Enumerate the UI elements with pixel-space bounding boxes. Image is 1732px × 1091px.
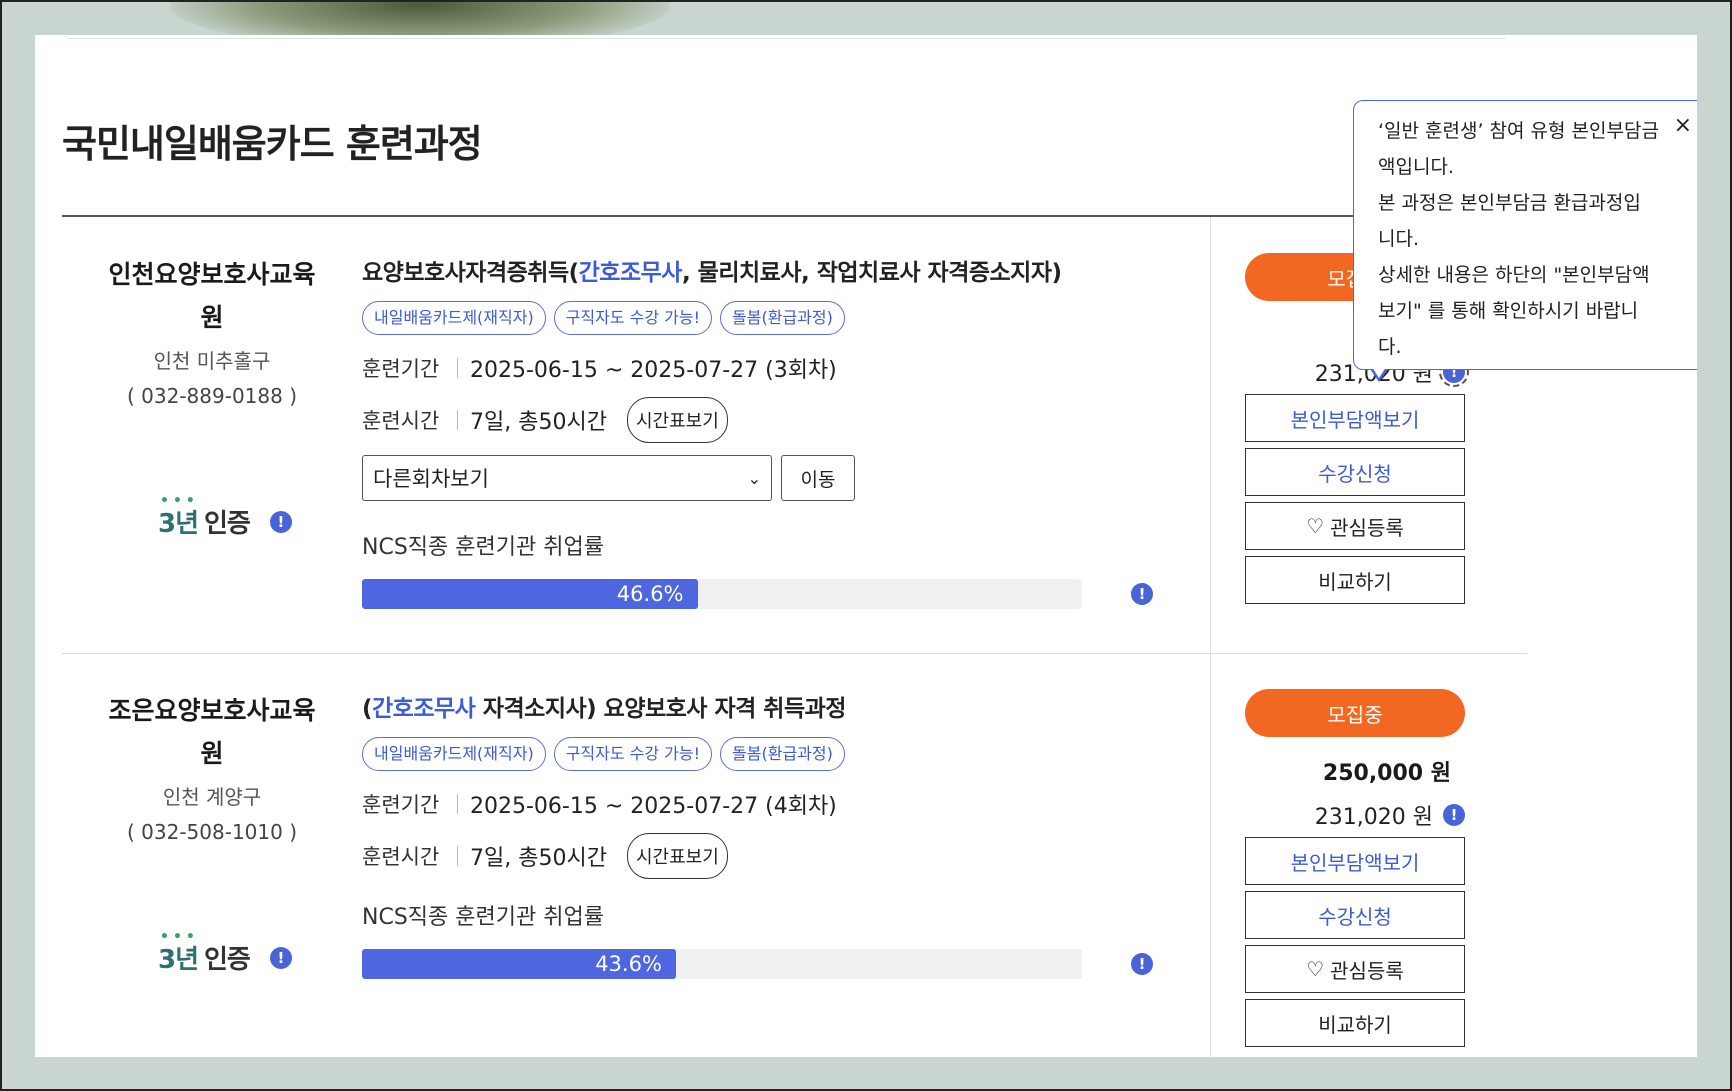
institution-phone: ( 032-889-0188 ) [127,384,297,408]
timetable-button[interactable]: 시간표보기 [626,833,728,879]
info-icon[interactable]: ! [269,510,292,533]
training-period-value: 2025-06-15 ~ 2025-07-27 (4회차) [470,794,837,819]
info-icon[interactable]: ! [1131,953,1153,975]
view-cost-button[interactable]: 본인부담액보기 [1245,394,1465,442]
compare-button[interactable]: 비교하기 [1245,999,1465,1047]
institution-phone: ( 032-508-1010 ) [127,820,297,844]
institution-name[interactable]: 인천요양보호사교육 원 [97,253,327,339]
tag-care-refund: 돌봄(환급과정) [720,301,845,335]
course-price: 250,000 원 [1322,761,1451,786]
heart-icon: ♡ [1306,957,1325,981]
tag-card-type: 내일배움카드제(재직자) [362,301,546,335]
employment-rate-label: NCS직종 훈련기관 취업률 [362,905,604,930]
institution-region: 인천 미추홀구 [153,349,271,373]
top-card-edge [65,35,1507,39]
title-divider [62,215,1527,217]
self-pay-price: 231,020 원 ! [1245,799,1465,831]
course-details: (간호조무사 자격소지사) 요양보호사 자격 취득과정 내일배움카드제(재직자)… [362,689,1153,979]
round-selector: 다른회차보기 ⌄ 이동 [362,455,1142,501]
course-card: 조은요양보호사교육 원 인천 계양구 ( 032-508-1010 ) ••• … [35,689,1697,1057]
certification-logo: ••• 3년 인증 [158,493,251,539]
employment-rate-track: 43.6% [362,949,1082,979]
employment-rate-bar: 43.6% [362,949,676,979]
institution-info: 조은요양보호사교육 원 인천 계양구 ( 032-508-1010 ) [97,689,327,844]
timetable-button[interactable]: 시간표보기 [626,397,728,443]
course-title[interactable]: 요양보호사자격증취득(간호조무사, 물리치료사, 작업치료사 자격증소지자) [362,253,1142,287]
close-icon[interactable]: × [1674,113,1692,138]
chevron-down-icon: ⌄ [747,468,761,488]
course-actions: 모집중 250,000 원 231,020 원 ! 본인부담액보기 수강신청 ♡… [1245,689,1465,1047]
content-panel: 국민내일배움카드 훈련과정 인천요양보호사교육 원 인천 미추홀구 ( 032-… [35,35,1697,1057]
wishlist-button[interactable]: ♡ 관심등록 [1245,945,1465,993]
institution-region: 인천 계양구 [162,785,262,809]
compare-button[interactable]: 비교하기 [1245,556,1465,604]
tag-job-seeker: 구직자도 수강 가능! [553,737,713,771]
info-icon[interactable]: ! [269,946,292,969]
tag-job-seeker: 구직자도 수강 가능! [553,301,713,335]
training-hours-value: 7일, 총50시간 [470,846,607,871]
certification-logo: ••• 3년 인증 [158,929,251,975]
institution-name[interactable]: 조은요양보호사교육 원 [97,689,327,775]
training-hours: 훈련시간 7일, 총50시간 시간표보기 [362,833,1142,879]
employment-rate-track: 46.6% [362,579,1082,609]
info-icon[interactable]: ! [1443,804,1465,826]
institution-info: 인천요양보호사교육 원 인천 미추홀구 ( 032-889-0188 ) [97,253,327,408]
self-pay-tooltip: ‘일반 훈련생’ 참여 유형 본인부담금 액입니다. 본 과정은 본인부담금 환… [1353,100,1697,382]
page-title: 국민내일배움카드 훈련과정 [62,122,483,166]
other-round-select[interactable]: 다른회차보기 ⌄ [362,455,772,501]
tag-card-type: 내일배움카드제(재직자) [362,737,546,771]
certification-badge: ••• 3년 인증 ! [158,929,292,976]
tooltip-tail [1370,367,1388,382]
employment-rate-label: NCS직종 훈련기관 취업률 [362,535,604,560]
course-details: 요양보호사자격증취득(간호조무사, 물리치료사, 작업치료사 자격증소지자) 내… [362,253,1153,609]
apply-button[interactable]: 수강신청 [1245,891,1465,939]
training-hours: 훈련시간 7일, 총50시간 시간표보기 [362,397,1142,443]
heart-icon: ♡ [1306,514,1325,538]
certification-badge: ••• 3년 인증 ! [158,493,292,540]
move-button[interactable]: 이동 [781,455,855,501]
course-tags: 내일배움카드제(재직자) 구직자도 수강 가능! 돌봄(환급과정) [362,737,1142,771]
course-title[interactable]: (간호조무사 자격소지사) 요양보호사 자격 취득과정 [362,689,1142,723]
training-period-value: 2025-06-15 ~ 2025-07-27 (3회차) [470,358,837,383]
info-icon[interactable]: ! [1131,583,1153,605]
view-cost-button[interactable]: 본인부담액보기 [1245,837,1465,885]
status-badge[interactable]: 모집중 [1245,689,1465,737]
employment-rate: 46.6% ! [362,579,1153,609]
employment-rate-bar: 46.6% [362,579,698,609]
wishlist-button[interactable]: ♡ 관심등록 [1245,502,1465,550]
training-period: 훈련기간 2025-06-15 ~ 2025-07-27 (4회차) [362,785,1142,823]
course-tags: 내일배움카드제(재직자) 구직자도 수강 가능! 돌봄(환급과정) [362,301,1142,335]
apply-button[interactable]: 수강신청 [1245,448,1465,496]
employment-rate: 43.6% ! [362,949,1153,979]
tag-care-refund: 돌봄(환급과정) [720,737,845,771]
training-period: 훈련기간 2025-06-15 ~ 2025-07-27 (3회차) [362,349,1142,387]
training-hours-value: 7일, 총50시간 [470,410,607,435]
